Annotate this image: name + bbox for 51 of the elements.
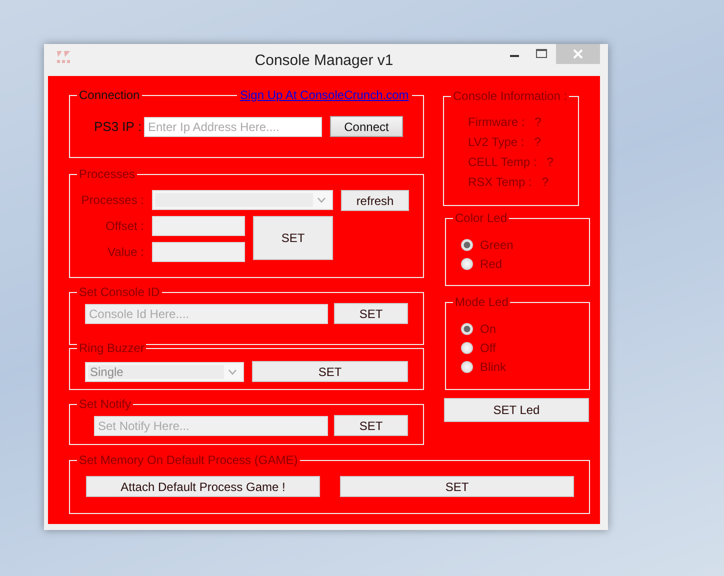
radio-button[interactable]: [461, 323, 473, 335]
value-input-field[interactable]: [152, 242, 245, 262]
ip-input-field[interactable]: Enter Ip Address Here....: [144, 116, 322, 136]
set-button[interactable]: SET: [252, 361, 408, 382]
info-value: ?: [546, 155, 554, 170]
value-label: Value :: [106, 245, 144, 259]
close-icon: [573, 49, 583, 59]
set-button[interactable]: SET: [340, 476, 574, 497]
processes-label: Processes :: [80, 193, 144, 207]
info-value: ?: [534, 115, 542, 130]
set-button[interactable]: SET: [334, 303, 408, 324]
info-label: RSX Temp :: [468, 175, 532, 190]
set-button[interactable]: SET: [253, 216, 333, 260]
offset-label: Offset :: [104, 219, 144, 233]
radio-button[interactable]: [461, 361, 473, 373]
group-label: Set Memory On Default Process (GAME): [77, 453, 300, 467]
group-label: Mode Led: [453, 295, 510, 309]
app-icon: [56, 50, 72, 64]
maximize-icon: [536, 49, 546, 59]
caret-icon: [317, 197, 326, 203]
ip-label: PS3 IP :: [94, 119, 142, 134]
group-label: Console Information :: [451, 89, 570, 103]
info-label: LV2 Type :: [468, 135, 524, 150]
radio-button[interactable]: [461, 239, 473, 251]
caret-icon: [228, 368, 237, 374]
info-value: ?: [542, 175, 548, 190]
offset-input-field[interactable]: [152, 216, 245, 236]
radio-label: Off: [480, 341, 496, 355]
group-label: Set Console ID: [77, 285, 162, 299]
attach-button[interactable]: Attach Default Process Game !: [86, 476, 320, 497]
notify-input-field[interactable]: Set Notify Here...: [94, 416, 328, 436]
set-led-button[interactable]: SET Led: [444, 398, 589, 422]
connect-button[interactable]: Connect: [330, 116, 403, 137]
console-id-input-field[interactable]: Console Id Here....: [85, 304, 328, 324]
refresh-button[interactable]: refresh: [341, 190, 409, 211]
group-label: Processes: [77, 167, 138, 181]
group-label: Ring Buzzer: [77, 341, 146, 355]
radio-label: Blink: [480, 360, 506, 374]
info-label: CELL Temp :: [468, 155, 537, 170]
radio-button[interactable]: [461, 342, 473, 354]
radio-label: On: [480, 322, 496, 336]
radio-button[interactable]: [461, 258, 473, 270]
info-label: Firmware :: [468, 115, 525, 130]
group-label: Set Notify: [77, 397, 134, 411]
window-title: Console Manager v1: [254, 52, 394, 69]
radio-label: Green: [480, 238, 514, 252]
set-button[interactable]: SET: [334, 415, 408, 436]
info-value: ?: [534, 135, 541, 150]
radio-label: Red: [480, 257, 502, 271]
group-label: Color Led: [453, 211, 510, 225]
group-label: Connection: [77, 88, 142, 102]
